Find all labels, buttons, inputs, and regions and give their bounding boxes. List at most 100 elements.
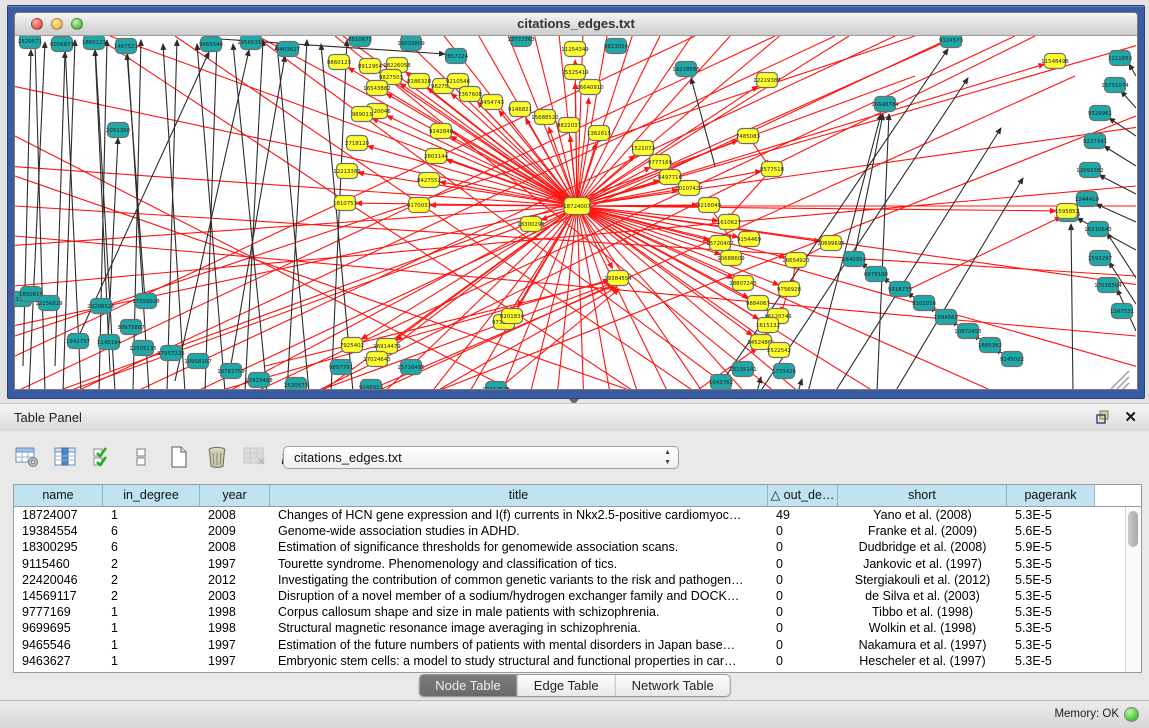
graph-node[interactable]: 1521072	[631, 141, 655, 156]
graph-node[interactable]: 17359928	[132, 294, 160, 309]
resize-grip-icon[interactable]	[1123, 383, 1129, 389]
new-table-button[interactable]	[166, 445, 192, 469]
graph-node[interactable]: 1244419	[1075, 192, 1100, 207]
graph-node[interactable]: 9245022	[1000, 352, 1024, 367]
graph-node[interactable]: 15688520	[531, 110, 559, 125]
graph-node[interactable]: 1467521	[114, 39, 138, 54]
graph-node[interactable]: 16782759	[217, 364, 245, 379]
graph-node[interactable]: 1145194	[97, 335, 122, 350]
close-window-button[interactable]	[31, 18, 43, 30]
graph-node[interactable]: 1595853	[1055, 204, 1079, 219]
graph-node[interactable]: 8454743	[480, 95, 504, 110]
graph-node[interactable]: 1685382	[978, 338, 1002, 353]
graph-node[interactable]: 11254349	[561, 42, 589, 57]
graph-node[interactable]: 16654923	[782, 253, 809, 268]
graph-node[interactable]: 18807243	[729, 276, 756, 291]
graph-node[interactable]: 18724007	[563, 198, 590, 215]
graph-node[interactable]: 9756928	[777, 282, 802, 297]
graph-node[interactable]: 13722363	[507, 36, 534, 47]
scrollbar-thumb[interactable]	[1128, 511, 1138, 547]
graph-node[interactable]: 8813054	[604, 39, 629, 54]
table-row[interactable]: 946554611997Estimation of the future num…	[14, 637, 1141, 653]
graph-node[interactable]: 1111653	[1108, 51, 1132, 66]
vertical-scrollbar[interactable]	[1125, 507, 1141, 672]
graph-node[interactable]: 9463627	[276, 42, 300, 57]
graph-node[interactable]: 17957223	[157, 346, 184, 361]
graph-node[interactable]: 16648784	[871, 97, 899, 112]
graph-node[interactable]: 15720407	[706, 236, 733, 251]
graph-node[interactable]: 11548498	[1041, 54, 1069, 69]
graph-node[interactable]: 12156829	[35, 296, 63, 311]
graph-node[interactable]: 15751074	[1101, 78, 1129, 93]
graph-node[interactable]: 15325419	[561, 65, 589, 80]
graph-node[interactable]: 2803144	[424, 149, 449, 164]
graph-node[interactable]: 1593297	[1088, 251, 1112, 266]
table-row[interactable]: 1938455462009Genome-wide association stu…	[14, 523, 1141, 539]
graph-node[interactable]: 18300295	[517, 217, 544, 232]
graph-node[interactable]: 10688609	[717, 251, 745, 266]
graph-node[interactable]: 1733426	[772, 364, 797, 379]
graph-node[interactable]: 9777169	[648, 155, 673, 170]
select-all-rows-button[interactable]	[90, 445, 116, 469]
graph-node[interactable]: 1860123	[82, 36, 106, 50]
graph-node[interactable]: 10872455	[954, 324, 981, 339]
graph-node[interactable]: 1640954	[842, 252, 867, 267]
tab-node-table[interactable]: Node Table	[419, 675, 518, 696]
select-column-button[interactable]	[52, 445, 78, 469]
graph-node[interactable]: 19565310	[237, 36, 265, 50]
graph-node[interactable]: 17016504	[1094, 278, 1122, 293]
minimize-window-button[interactable]	[51, 18, 63, 30]
graph-node[interactable]: 989013	[352, 107, 373, 122]
graph-node[interactable]: 2520571	[18, 36, 42, 49]
table-selector-dropdown[interactable]: citations_edges.txt ▲▼	[283, 446, 679, 469]
zoom-window-button[interactable]	[71, 18, 83, 30]
graph-node[interactable]: 12093382	[1076, 163, 1103, 178]
graph-node[interactable]: 8577518	[760, 162, 785, 177]
column-header-out_de[interactable]: △ out_de…	[768, 485, 838, 506]
graph-node[interactable]: 1942737	[66, 334, 90, 349]
graph-node[interactable]: 9318735	[888, 282, 912, 297]
table-row[interactable]: 946362711997Embryonic stem cells: a mode…	[14, 653, 1141, 669]
graph-node[interactable]: 30975887	[117, 320, 144, 335]
graph-node[interactable]: 9154469	[737, 232, 762, 247]
memory-status-led[interactable]	[1124, 707, 1139, 722]
graph-node[interactable]: 16033809	[397, 36, 425, 51]
graph-node[interactable]: 9242848	[429, 124, 454, 139]
graph-node[interactable]: 16640910	[576, 80, 604, 95]
graph-node[interactable]: 10437625	[482, 382, 509, 391]
graph-node[interactable]: 1615132	[756, 318, 780, 333]
graph-node[interactable]: 2367608	[458, 87, 483, 102]
close-panel-icon[interactable]: ✕	[1124, 408, 1137, 426]
graph-node[interactable]: 12505135	[129, 341, 156, 356]
float-panel-icon[interactable]	[1095, 409, 1111, 425]
column-header-name[interactable]: name	[14, 485, 103, 506]
graph-node[interactable]: 20206526	[87, 299, 115, 314]
graph-node[interactable]: 8822037	[557, 118, 581, 133]
graph-node[interactable]: 8186328	[407, 74, 432, 89]
graph-node[interactable]: 9170031	[407, 198, 431, 213]
graph-node[interactable]: 9884067	[746, 296, 770, 311]
graph-node[interactable]: 9857791	[329, 360, 353, 375]
table-row[interactable]: 2242004622012Investigating the contribut…	[14, 572, 1141, 588]
tab-edge-table[interactable]: Edge Table	[518, 675, 616, 696]
deselect-rows-button[interactable]	[128, 445, 154, 469]
graph-node[interactable]: 1362615	[587, 126, 611, 141]
graph-node[interactable]: 10958107	[184, 354, 211, 369]
table-row[interactable]: 911546021997Tourette syndrome. Phenomeno…	[14, 556, 1141, 572]
graph-node[interactable]: 9146821	[508, 102, 532, 117]
table-settings-button[interactable]	[14, 445, 40, 469]
graph-node[interactable]: 1043762	[709, 375, 733, 390]
resize-grip-icon[interactable]	[1117, 377, 1129, 389]
column-header-year[interactable]: year	[200, 485, 270, 506]
network-canvas[interactable]: 2520571605687118601231467521946554619565…	[15, 36, 1137, 389]
graph-node[interactable]: 15716485	[397, 360, 424, 375]
graph-node[interactable]: 9124573	[939, 36, 963, 48]
graph-node[interactable]: 6056871	[50, 37, 74, 52]
column-header-title[interactable]: title	[270, 485, 768, 506]
table-row[interactable]: 1872400712008Changes of HCN gene express…	[14, 507, 1141, 523]
graph-node[interactable]: 8201834	[500, 309, 525, 324]
graph-node[interactable]: 16210643	[1084, 222, 1111, 237]
graph-node[interactable]: 15135141	[729, 362, 756, 377]
column-header-pagerank[interactable]: pagerank	[1007, 485, 1095, 506]
graph-node[interactable]: 7857224	[444, 49, 469, 64]
